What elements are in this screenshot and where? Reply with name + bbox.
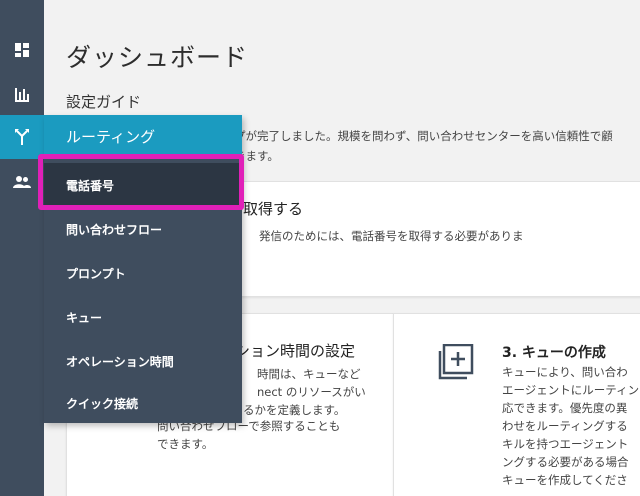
card-text-line: できます。 xyxy=(157,437,214,451)
add-queue-icon xyxy=(438,344,474,380)
queue-card[interactable]: 3. キューの作成 キューにより、問い合わ エージェントにルーティン 応できます… xyxy=(393,313,640,496)
metrics-icon xyxy=(15,88,29,102)
setup-guide-heading: 設定ガイド xyxy=(66,93,142,111)
menu-item-queues[interactable]: キュー xyxy=(44,295,242,339)
users-icon xyxy=(13,176,31,188)
card-title: 取得する xyxy=(243,200,304,218)
card-text-line: 応できます。優先度の異 xyxy=(502,401,628,415)
nav-rail xyxy=(0,0,44,496)
rail-users[interactable] xyxy=(0,160,44,204)
card-text-line: わせをルーティングする xyxy=(502,419,628,433)
card-title: ション時間の設定 xyxy=(235,342,356,360)
dashboard-icon xyxy=(15,43,29,57)
menu-item-contact-flows[interactable]: 問い合わせフロー xyxy=(44,207,242,251)
card-text-line: キルを持つエージェント xyxy=(502,437,629,451)
menu-item-quick-connects[interactable]: クイック接続 xyxy=(44,381,242,425)
card-text-line: エージェントにルーティン xyxy=(502,383,640,397)
card-text-line: キューにより、問い合わ xyxy=(502,365,628,379)
menu-item-hours-of-operation[interactable]: オペレーション時間 xyxy=(44,339,242,383)
card-text-line: ングする必要がある場合 xyxy=(502,455,629,469)
rail-metrics[interactable] xyxy=(0,72,44,116)
card-text-line: 時間は、キューなど xyxy=(257,367,361,381)
card-text-line: nect のリソースがい xyxy=(257,385,366,399)
menu-item-prompts[interactable]: プロンプト xyxy=(44,251,242,295)
page-title: ダッシュボード xyxy=(66,43,249,72)
card-text: 発信のためには、電話番号を取得する必要がありま xyxy=(259,229,524,243)
card-title: 3. キューの作成 xyxy=(502,345,606,361)
rail-routing[interactable] xyxy=(0,115,44,159)
rail-dashboard[interactable] xyxy=(0,28,44,72)
card-text-line: キューを作成してくださ xyxy=(502,473,628,487)
routing-icon xyxy=(15,129,29,145)
menu-header-routing[interactable]: ルーティング xyxy=(44,115,242,158)
routing-flyout-menu: ルーティング 電話番号 問い合わせフロー プロンプト キュー オペレーション時間… xyxy=(44,115,242,423)
menu-item-phone-numbers[interactable]: 電話番号 xyxy=(44,163,242,207)
